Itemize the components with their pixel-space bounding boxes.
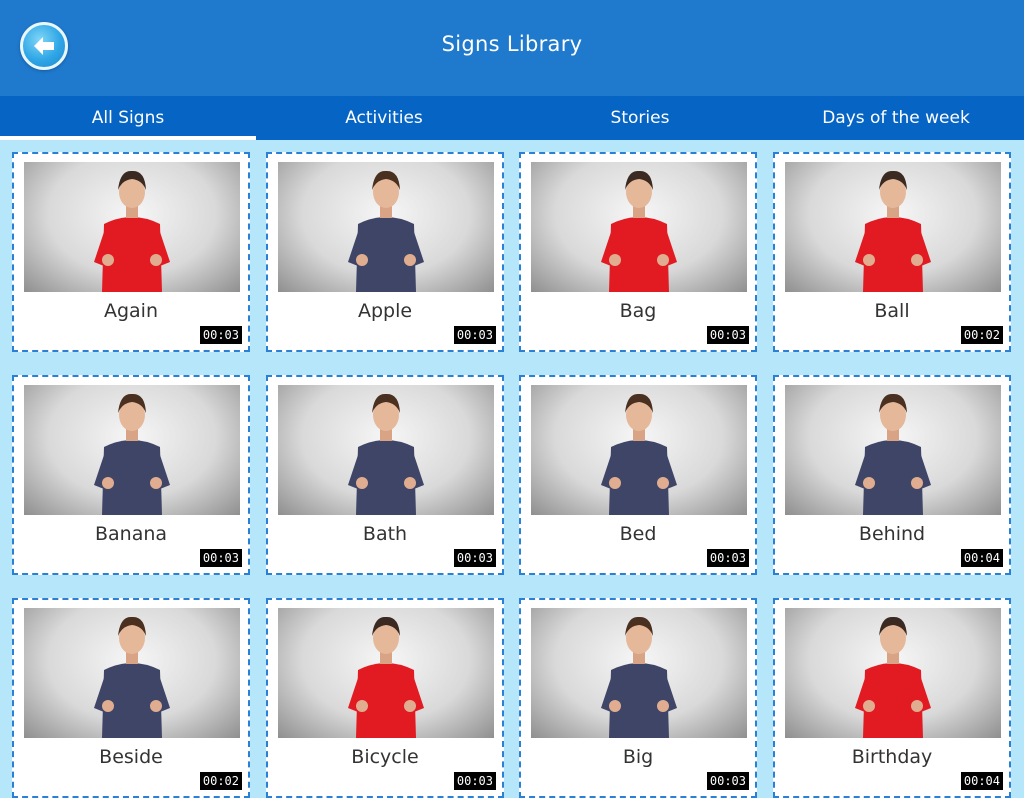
sign-label: Birthday [851, 746, 933, 768]
sign-card[interactable]: 00:03 Bath [266, 375, 504, 575]
video-duration: 00:03 [199, 549, 242, 567]
video-duration: 00:03 [453, 326, 496, 344]
presenter-image [348, 616, 424, 738]
tab-all-signs[interactable]: All Signs [0, 96, 256, 140]
presenter-image [94, 393, 170, 515]
sign-card[interactable]: 00:03 Bed [519, 375, 757, 575]
video-duration: 00:02 [199, 772, 242, 790]
video-thumbnail [278, 608, 494, 738]
sign-label: Again [103, 300, 159, 322]
video-duration: 00:03 [706, 549, 749, 567]
video-duration: 00:02 [960, 326, 1003, 344]
presenter-image [601, 170, 677, 292]
video-duration: 00:03 [199, 326, 242, 344]
tab-activities[interactable]: Activities [256, 96, 512, 140]
video-thumbnail [785, 162, 1001, 292]
page-title: Signs Library [441, 32, 583, 56]
sign-card[interactable]: 00:03 Bicycle [266, 598, 504, 798]
video-thumbnail [278, 385, 494, 515]
video-thumbnail [278, 162, 494, 292]
presenter-image [601, 616, 677, 738]
video-thumbnail [785, 608, 1001, 738]
sign-label: Ball [874, 300, 910, 322]
presenter-image [855, 170, 931, 292]
presenter-image [855, 616, 931, 738]
sign-card[interactable]: 00:02 Ball [773, 152, 1011, 352]
video-thumbnail [24, 608, 240, 738]
video-thumbnail [24, 385, 240, 515]
sign-label: Bicycle [351, 746, 419, 768]
presenter-image [855, 393, 931, 515]
video-duration: 00:03 [706, 772, 749, 790]
sign-label: Bath [362, 523, 408, 545]
tab-bar: All Signs Activities Stories Days of the… [0, 96, 1024, 140]
sign-label: Banana [94, 523, 168, 545]
sign-label: Bed [619, 523, 657, 545]
sign-card[interactable]: 00:03 Banana [12, 375, 250, 575]
tab-days-of-the-week[interactable]: Days of the week [768, 96, 1024, 140]
presenter-image [94, 170, 170, 292]
sign-card[interactable]: 00:03 Big [519, 598, 757, 798]
sign-label: Bag [619, 300, 657, 322]
sign-label: Big [622, 746, 654, 768]
video-thumbnail [531, 385, 747, 515]
presenter-image [348, 170, 424, 292]
presenter-image [601, 393, 677, 515]
sign-card[interactable]: 00:03 Apple [266, 152, 504, 352]
video-thumbnail [24, 162, 240, 292]
sign-label: Behind [858, 523, 926, 545]
sign-card[interactable]: 00:03 Again [12, 152, 250, 352]
presenter-image [348, 393, 424, 515]
sign-card[interactable]: 00:02 Beside [12, 598, 250, 798]
signs-grid: 00:03 Again 00:03 Apple 00:03 Bag 00:02 … [0, 140, 1024, 798]
video-thumbnail [785, 385, 1001, 515]
video-duration: 00:04 [960, 772, 1003, 790]
video-thumbnail [531, 162, 747, 292]
sign-label: Beside [99, 746, 163, 768]
video-thumbnail [531, 608, 747, 738]
presenter-image [94, 616, 170, 738]
sign-card[interactable]: 00:04 Behind [773, 375, 1011, 575]
video-duration: 00:04 [960, 549, 1003, 567]
video-duration: 00:03 [453, 772, 496, 790]
video-duration: 00:03 [453, 549, 496, 567]
sign-card[interactable]: 00:03 Bag [519, 152, 757, 352]
video-duration: 00:03 [706, 326, 749, 344]
sign-label: Apple [357, 300, 413, 322]
header-bar: Signs Library [0, 0, 1024, 96]
tab-stories[interactable]: Stories [512, 96, 768, 140]
sign-card[interactable]: 00:04 Birthday [773, 598, 1011, 798]
